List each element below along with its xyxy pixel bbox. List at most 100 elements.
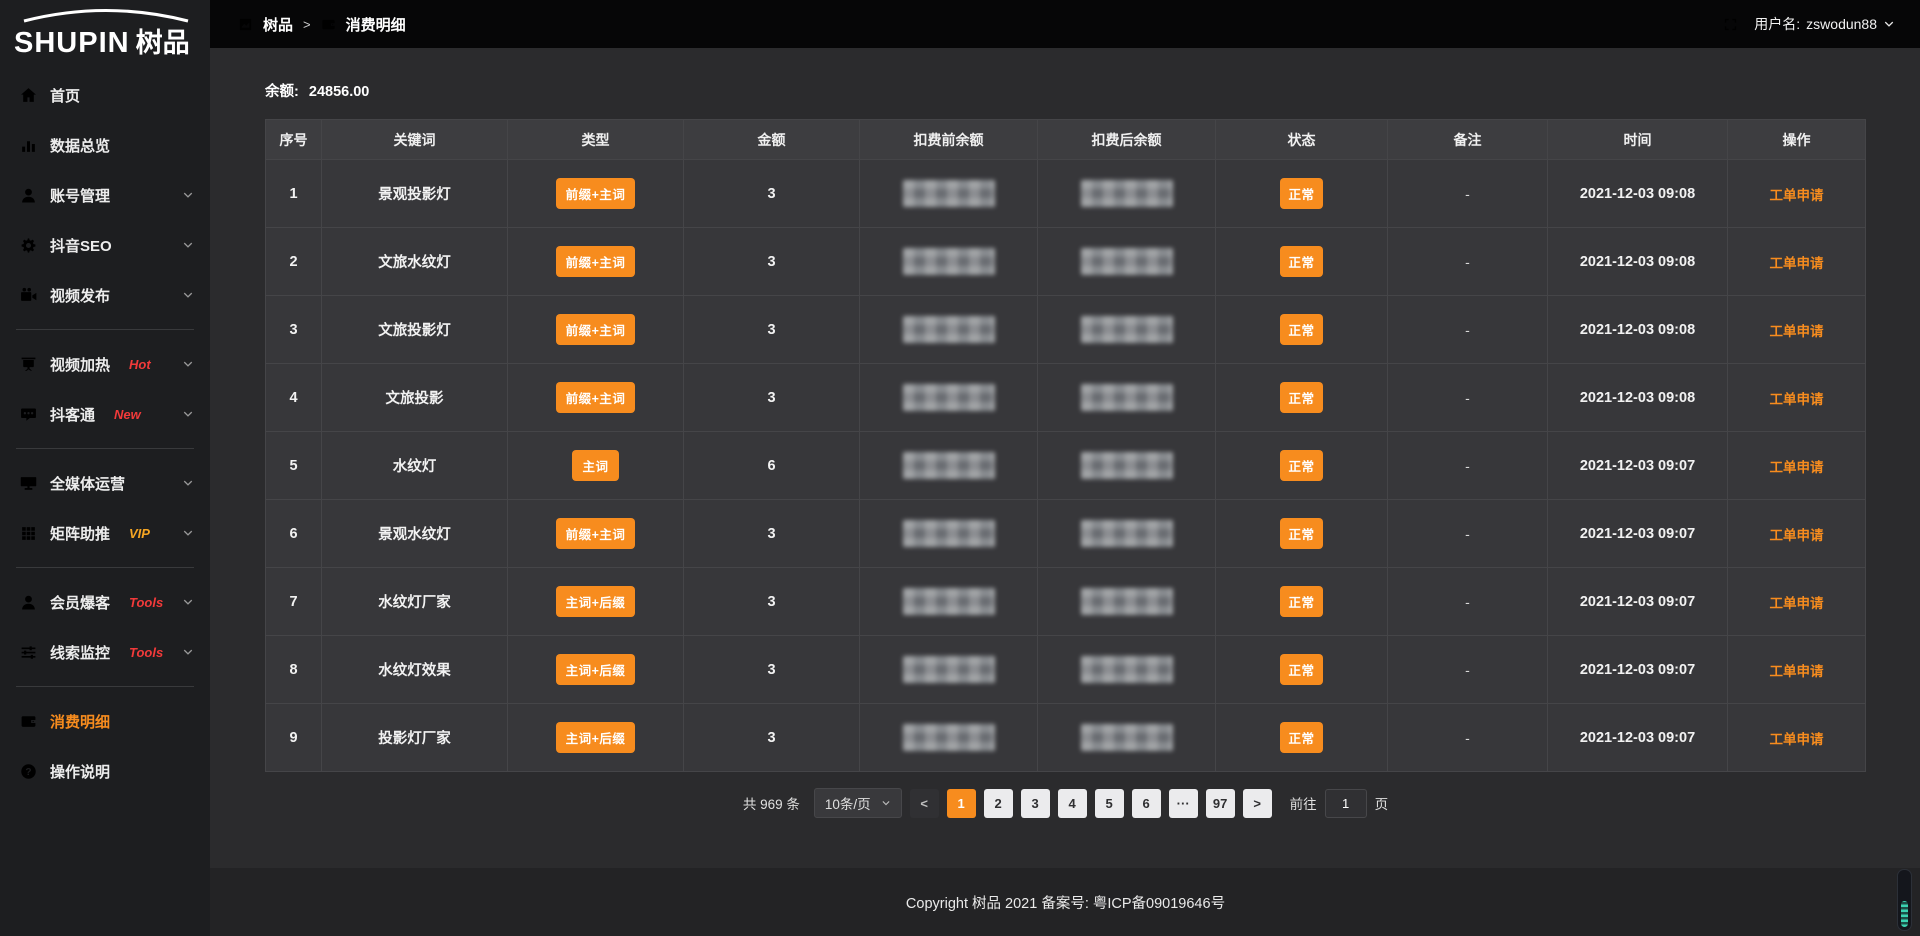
fullscreen-icon[interactable] (1723, 17, 1738, 32)
sidebar-item-douketong[interactable]: 抖客通 New (0, 389, 210, 439)
table-row: 3 文旅投影灯 前缀+主词 3 正常 - 2021-12-03 09:08 工单… (266, 296, 1866, 364)
page-button-6[interactable]: 6 (1132, 789, 1161, 818)
page-ellipsis-button[interactable]: ··· (1169, 789, 1198, 818)
cell-time: 2021-12-03 09:08 (1548, 160, 1728, 228)
sidebar-item-instructions[interactable]: 操作说明 (0, 746, 210, 796)
page-button-97[interactable]: 97 (1206, 789, 1235, 818)
page-button-1[interactable]: 1 (947, 789, 976, 818)
sidebar-item-douyin-seo[interactable]: 抖音SEO (0, 220, 210, 270)
logo-text-cn: 树品 (136, 21, 190, 60)
sidebar-item-consumption-detail[interactable]: 消费明细 (0, 696, 210, 746)
app-window: SHUPIN 树品 首页 数据总览 账号管理 抖音SEO (0, 0, 1920, 936)
type-badge: 主词+后缀 (556, 722, 636, 753)
cell-time: 2021-12-03 09:08 (1548, 364, 1728, 432)
scrollbar-widget[interactable] (1897, 869, 1912, 931)
projector-screen-icon (20, 356, 37, 373)
work-order-link[interactable]: 工单申请 (1770, 188, 1824, 203)
page-size-value: 10条/页 (825, 793, 871, 813)
cell-index: 6 (266, 500, 322, 568)
page-size-select[interactable]: 10条/页 (814, 788, 902, 818)
next-page-button[interactable]: > (1243, 789, 1272, 818)
cell-type: 主词+后缀 (508, 704, 684, 772)
cell-action: 工单申请 (1728, 228, 1866, 296)
table-row: 6 景观水纹灯 前缀+主词 3 正常 - 2021-12-03 09:07 工单… (266, 500, 1866, 568)
scrollbar-thumb[interactable] (1901, 901, 1908, 927)
breadcrumb: 树品 > 消费明细 (238, 14, 406, 35)
breadcrumb-root[interactable]: 树品 (263, 14, 293, 35)
cell-pre-balance (860, 160, 1038, 228)
pagination-total: 共 969 条 (743, 793, 800, 813)
status-badge: 正常 (1280, 450, 1322, 481)
page-button-2[interactable]: 2 (984, 789, 1013, 818)
goto-suffix: 页 (1375, 793, 1389, 813)
table-row: 9 投影灯厂家 主词+后缀 3 正常 - 2021-12-03 09:07 工单… (266, 704, 1866, 772)
cell-post-balance (1038, 500, 1216, 568)
work-order-link[interactable]: 工单申请 (1770, 596, 1824, 611)
consumption-table: 序号 关键词 类型 金额 扣费前余额 扣费后余额 状态 备注 时间 操作 1 (265, 119, 1866, 772)
sidebar-item-label: 矩阵助推 (50, 523, 110, 544)
work-order-link[interactable]: 工单申请 (1770, 528, 1824, 543)
work-order-link[interactable]: 工单申请 (1770, 256, 1824, 271)
user-icon (20, 187, 37, 204)
cell-post-balance (1038, 704, 1216, 772)
sidebar-item-lead-monitoring[interactable]: 线索监控 Tools (0, 627, 210, 677)
cell-post-balance (1038, 364, 1216, 432)
sidebar-item-omnimedia-operation[interactable]: 全媒体运营 (0, 458, 210, 508)
sidebar-item-data-overview[interactable]: 数据总览 (0, 120, 210, 170)
sidebar-item-home[interactable]: 首页 (0, 70, 210, 120)
cell-amount: 3 (684, 704, 860, 772)
sidebar-item-video-heat[interactable]: 视频加热 Hot (0, 339, 210, 389)
work-order-link[interactable]: 工单申请 (1770, 392, 1824, 407)
redacted-balance (903, 656, 995, 683)
user-dropdown[interactable]: 用户名: zswodun88 (1754, 14, 1895, 34)
table-row: 5 水纹灯 主词 6 正常 - 2021-12-03 09:07 工单申请 (266, 432, 1866, 500)
cell-amount: 3 (684, 160, 860, 228)
bar-chart-icon (20, 137, 37, 154)
sidebar-item-account-management[interactable]: 账号管理 (0, 170, 210, 220)
cell-time: 2021-12-03 09:07 (1548, 432, 1728, 500)
cell-time: 2021-12-03 09:07 (1548, 500, 1728, 568)
cell-type: 前缀+主词 (508, 228, 684, 296)
prev-page-button[interactable]: < (910, 789, 939, 818)
cell-pre-balance (860, 296, 1038, 364)
wallet-icon (321, 17, 336, 32)
page-button-4[interactable]: 4 (1058, 789, 1087, 818)
work-order-link[interactable]: 工单申请 (1770, 664, 1824, 679)
work-order-link[interactable]: 工单申请 (1770, 324, 1824, 339)
cell-status: 正常 (1216, 568, 1388, 636)
cell-time: 2021-12-03 09:07 (1548, 704, 1728, 772)
cell-action: 工单申请 (1728, 364, 1866, 432)
page-button-3[interactable]: 3 (1021, 789, 1050, 818)
cell-amount: 3 (684, 364, 860, 432)
cell-keyword: 文旅水纹灯 (322, 228, 508, 296)
cell-amount: 6 (684, 432, 860, 500)
cell-status: 正常 (1216, 500, 1388, 568)
cell-pre-balance (860, 636, 1038, 704)
redacted-balance (1081, 452, 1173, 479)
cell-pre-balance (860, 364, 1038, 432)
cell-time: 2021-12-03 09:08 (1548, 296, 1728, 364)
table-header-row: 序号 关键词 类型 金额 扣费前余额 扣费后余额 状态 备注 时间 操作 (266, 120, 1866, 160)
col-time: 时间 (1548, 120, 1728, 160)
page-button-5[interactable]: 5 (1095, 789, 1124, 818)
work-order-link[interactable]: 工单申请 (1770, 732, 1824, 747)
cell-pre-balance (860, 568, 1038, 636)
username-label: 用户名: (1754, 14, 1800, 34)
col-remark: 备注 (1388, 120, 1548, 160)
col-type: 类型 (508, 120, 684, 160)
cell-index: 1 (266, 160, 322, 228)
type-badge: 前缀+主词 (556, 382, 636, 413)
sidebar-divider (16, 448, 194, 449)
type-badge: 前缀+主词 (556, 178, 636, 209)
table-row: 1 景观投影灯 前缀+主词 3 正常 - 2021-12-03 09:08 工单… (266, 160, 1866, 228)
sidebar-item-member-burst[interactable]: 会员爆客 Tools (0, 577, 210, 627)
sidebar-item-video-publish[interactable]: 视频发布 (0, 270, 210, 320)
cell-amount: 3 (684, 228, 860, 296)
work-order-link[interactable]: 工单申请 (1770, 460, 1824, 475)
pagination: 共 969 条 10条/页 < 1 2 3 4 5 6 ··· 97 > 前往 … (265, 788, 1866, 818)
redacted-balance (1081, 248, 1173, 275)
redacted-balance (903, 724, 995, 751)
goto-page-input[interactable] (1325, 789, 1367, 818)
breadcrumb-current: 消费明细 (346, 14, 406, 35)
sidebar-item-matrix-boost[interactable]: 矩阵助推 VIP (0, 508, 210, 558)
